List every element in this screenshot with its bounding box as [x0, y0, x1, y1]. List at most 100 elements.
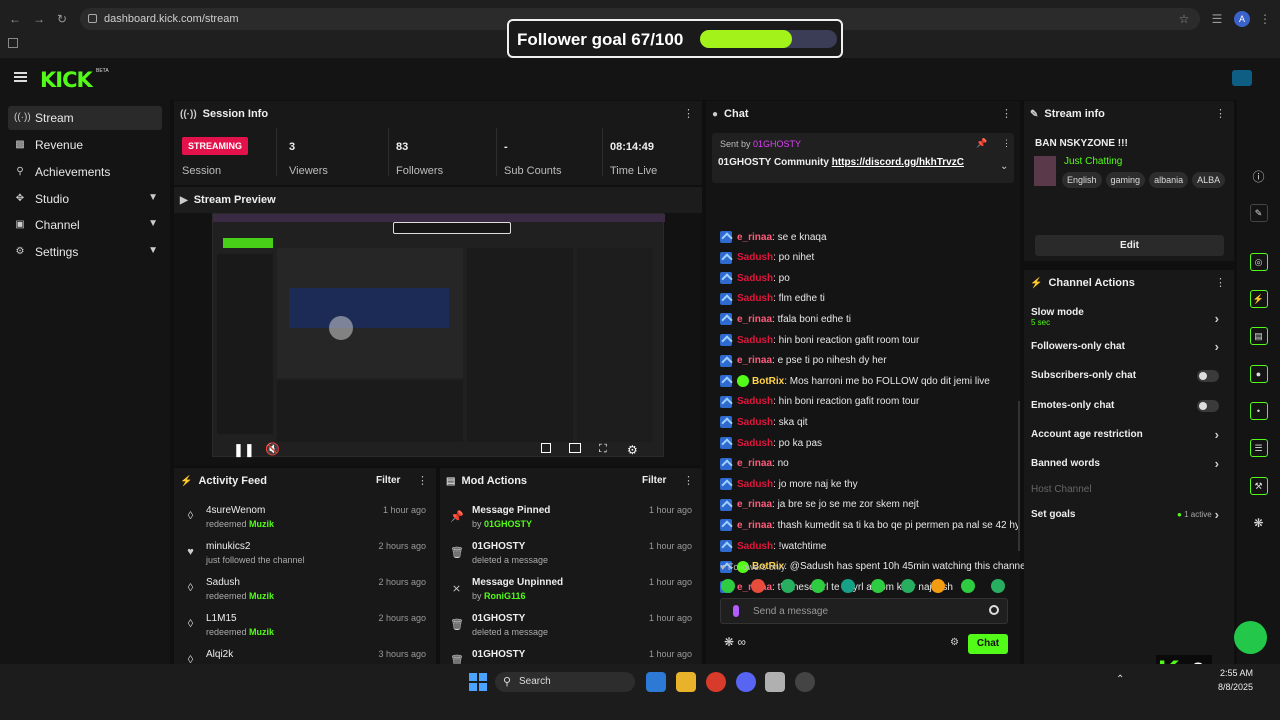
chat-message[interactable]: Sadush: !watchtime [720, 537, 826, 555]
back-icon[interactable]: ← [8, 12, 22, 26]
info-icon[interactable]: ⓘ [1238, 164, 1279, 188]
emote-icon[interactable] [721, 579, 735, 593]
kick-logo[interactable]: KICK [40, 68, 93, 92]
list-item[interactable]: ♥ minukics2 just followed the channel 2 hou… [174, 537, 436, 571]
emotes-only-toggle[interactable] [1197, 400, 1219, 412]
chat-username[interactable]: Sadush [737, 438, 773, 449]
kebab-menu-icon[interactable]: ⋮ [683, 475, 694, 487]
bolt-icon[interactable]: ⚡ [1238, 287, 1279, 311]
chat-message[interactable]: Sadush: po [720, 269, 790, 287]
set-goals-row[interactable]: Set goals ● 1 active › [1031, 507, 1221, 529]
kebab-menu-icon[interactable]: ⋮ [417, 475, 428, 487]
sidebar-item-revenue[interactable]: ▩ Revenue [8, 133, 162, 157]
copilot-icon[interactable] [646, 672, 666, 692]
chat-message[interactable]: BotRix: Mos harroni me bo FOLLOW qdo dit… [720, 372, 990, 390]
target-icon[interactable]: ◎ [1238, 250, 1279, 274]
mod-filter-button[interactable]: Filter [642, 475, 666, 486]
profile-avatar[interactable]: A [1234, 11, 1250, 27]
emote-icon[interactable] [991, 579, 1005, 593]
chat-username[interactable]: Sadush [737, 396, 773, 407]
chat-message[interactable]: Sadush: hin boni reaction gafit room tou… [720, 331, 919, 349]
chat-message[interactable]: Sadush: jo more naj ke thy [720, 475, 858, 493]
chat-username[interactable]: e_rinaa [737, 355, 772, 366]
star-icon[interactable]: ☆ [1177, 12, 1191, 26]
plugin-icon[interactable]: ❋ [1238, 511, 1279, 535]
subscribers-only-toggle[interactable] [1197, 370, 1219, 382]
kebab-menu-icon[interactable]: ⋮ [1001, 108, 1012, 120]
chat-message[interactable]: e_rinaa: e pse ti po nihesh dy her [720, 352, 887, 370]
followers-only-row[interactable]: Followers-only chat › [1031, 339, 1221, 361]
sidebar-item-studio[interactable]: ✥ Studio ▼ [8, 187, 162, 211]
chat-message[interactable]: Sadush: po ka pas [720, 434, 822, 452]
file-explorer-icon[interactable] [676, 672, 696, 692]
chat-username[interactable]: Sadush [737, 479, 773, 490]
broadcast-icon[interactable]: • [1238, 399, 1279, 423]
chat-username[interactable]: Sadush [737, 273, 773, 284]
media-icon[interactable]: ☰ [1210, 12, 1224, 26]
emote-icon[interactable] [871, 579, 885, 593]
menu-icon[interactable] [14, 72, 27, 82]
slow-mode-row[interactable]: Slow mode 5 sec › [1031, 307, 1221, 333]
emote-icon[interactable] [781, 579, 795, 593]
chat-input[interactable]: Send a message [720, 598, 1008, 624]
user-avatar[interactable] [1232, 70, 1252, 86]
list-item[interactable]: ◊ L1M15 redeemed Muzik 2 hours ago [174, 609, 436, 643]
kebab-menu-icon[interactable]: ⋮ [683, 108, 694, 120]
pause-icon[interactable]: ❚❚ [233, 442, 255, 458]
emoji-icon[interactable] [989, 605, 999, 615]
banned-words-row[interactable]: Banned words › [1031, 456, 1221, 478]
kebab-menu-icon[interactable]: ⋮ [1215, 108, 1226, 120]
chat-message[interactable]: e_rinaa: no [720, 455, 789, 473]
edit-icon[interactable]: ✎ [1238, 201, 1279, 225]
browser-menu-icon[interactable]: ⋮ [1258, 12, 1272, 26]
sidebar-item-achievements[interactable]: ⚲ Achievements [8, 160, 162, 184]
windows-start-icon[interactable] [468, 672, 488, 692]
chat-username[interactable]: Sadush [737, 293, 773, 304]
activity-filter-button[interactable]: Filter [376, 475, 400, 486]
list-item[interactable]: ◊ Alqi2k 3 hours ago [174, 645, 436, 664]
site-info-icon[interactable] [88, 14, 97, 23]
emote-icon[interactable] [751, 579, 765, 593]
send-chat-button[interactable]: Chat [968, 634, 1008, 654]
chat-username[interactable]: e_rinaa [737, 520, 772, 531]
chevron-down-icon[interactable]: ⌄ [1000, 161, 1008, 172]
sidebar-item-stream[interactable]: ((·)) Stream [8, 106, 162, 130]
fullscreen-icon[interactable]: ⛶ [599, 443, 607, 456]
pin-icon[interactable]: 📌 [976, 138, 987, 149]
chat-username[interactable]: Sadush [737, 417, 773, 428]
chat-username[interactable]: Sadush [737, 335, 773, 346]
list-item[interactable]: ◊ Sadush redeemed Muzik 2 hours ago [174, 573, 436, 607]
discord-icon[interactable] [736, 672, 756, 692]
chat-bubble-icon[interactable]: ● [1238, 362, 1279, 386]
chat-message[interactable]: Sadush: ska qit [720, 413, 808, 431]
taskbar-search[interactable]: ⚲ Search [495, 672, 635, 692]
reload-icon[interactable]: ↻ [55, 12, 69, 26]
chat-username[interactable]: BotRix [752, 376, 784, 387]
settings-gear-icon[interactable]: ⚙ [627, 443, 638, 457]
chrome-icon[interactable] [706, 672, 726, 692]
chat-message[interactable]: Sadush: po nihet [720, 249, 814, 267]
kebab-menu-icon[interactable]: ⋮ [1215, 277, 1226, 289]
forward-icon[interactable]: → [32, 12, 46, 26]
list-item[interactable]: ◊ 4sureWenom redeemed Muzik 1 hour ago [174, 501, 436, 535]
sidebar-item-settings[interactable]: ⚙ Settings ▼ [8, 240, 162, 264]
chat-message[interactable]: e_rinaa: ja bre se jo se me zor skem nej… [720, 496, 919, 514]
account-age-row[interactable]: Account age restriction › [1031, 427, 1221, 449]
emote-icon[interactable] [931, 579, 945, 593]
stream-video[interactable]: ❚❚ 🔇 ⛶ ⚙ [212, 213, 665, 458]
list-item[interactable]: 🗑 01GHOSTY deleted a message 1 hour ago [440, 609, 702, 643]
wrench-icon[interactable]: ⚒ [1238, 474, 1279, 498]
pinned-message[interactable]: Sent by 01GHOSTY 📌 ⋮ 01GHOSTY Community … [712, 133, 1014, 183]
chat-message[interactable]: e_rinaa: thash kumedit sa ti ka bo qe pi… [720, 516, 1020, 534]
kebab-menu-icon[interactable]: ⋮ [1002, 138, 1011, 149]
emotes-only-row[interactable]: Emotes-only chat [1031, 400, 1221, 420]
mute-icon[interactable]: 🔇 [265, 442, 280, 456]
emote-icon[interactable] [811, 579, 825, 593]
emote-icon[interactable] [961, 579, 975, 593]
chat-scrollbar[interactable] [1018, 401, 1020, 551]
category-name[interactable]: Just Chatting [1064, 156, 1122, 167]
chat-username[interactable]: Sadush [737, 541, 773, 552]
sidebar-item-channel[interactable]: ▣ Channel ▼ [8, 213, 162, 237]
emote-icon[interactable] [841, 579, 855, 593]
chat-message[interactable]: e_rinaa: tfala boni edhe ti [720, 310, 851, 328]
